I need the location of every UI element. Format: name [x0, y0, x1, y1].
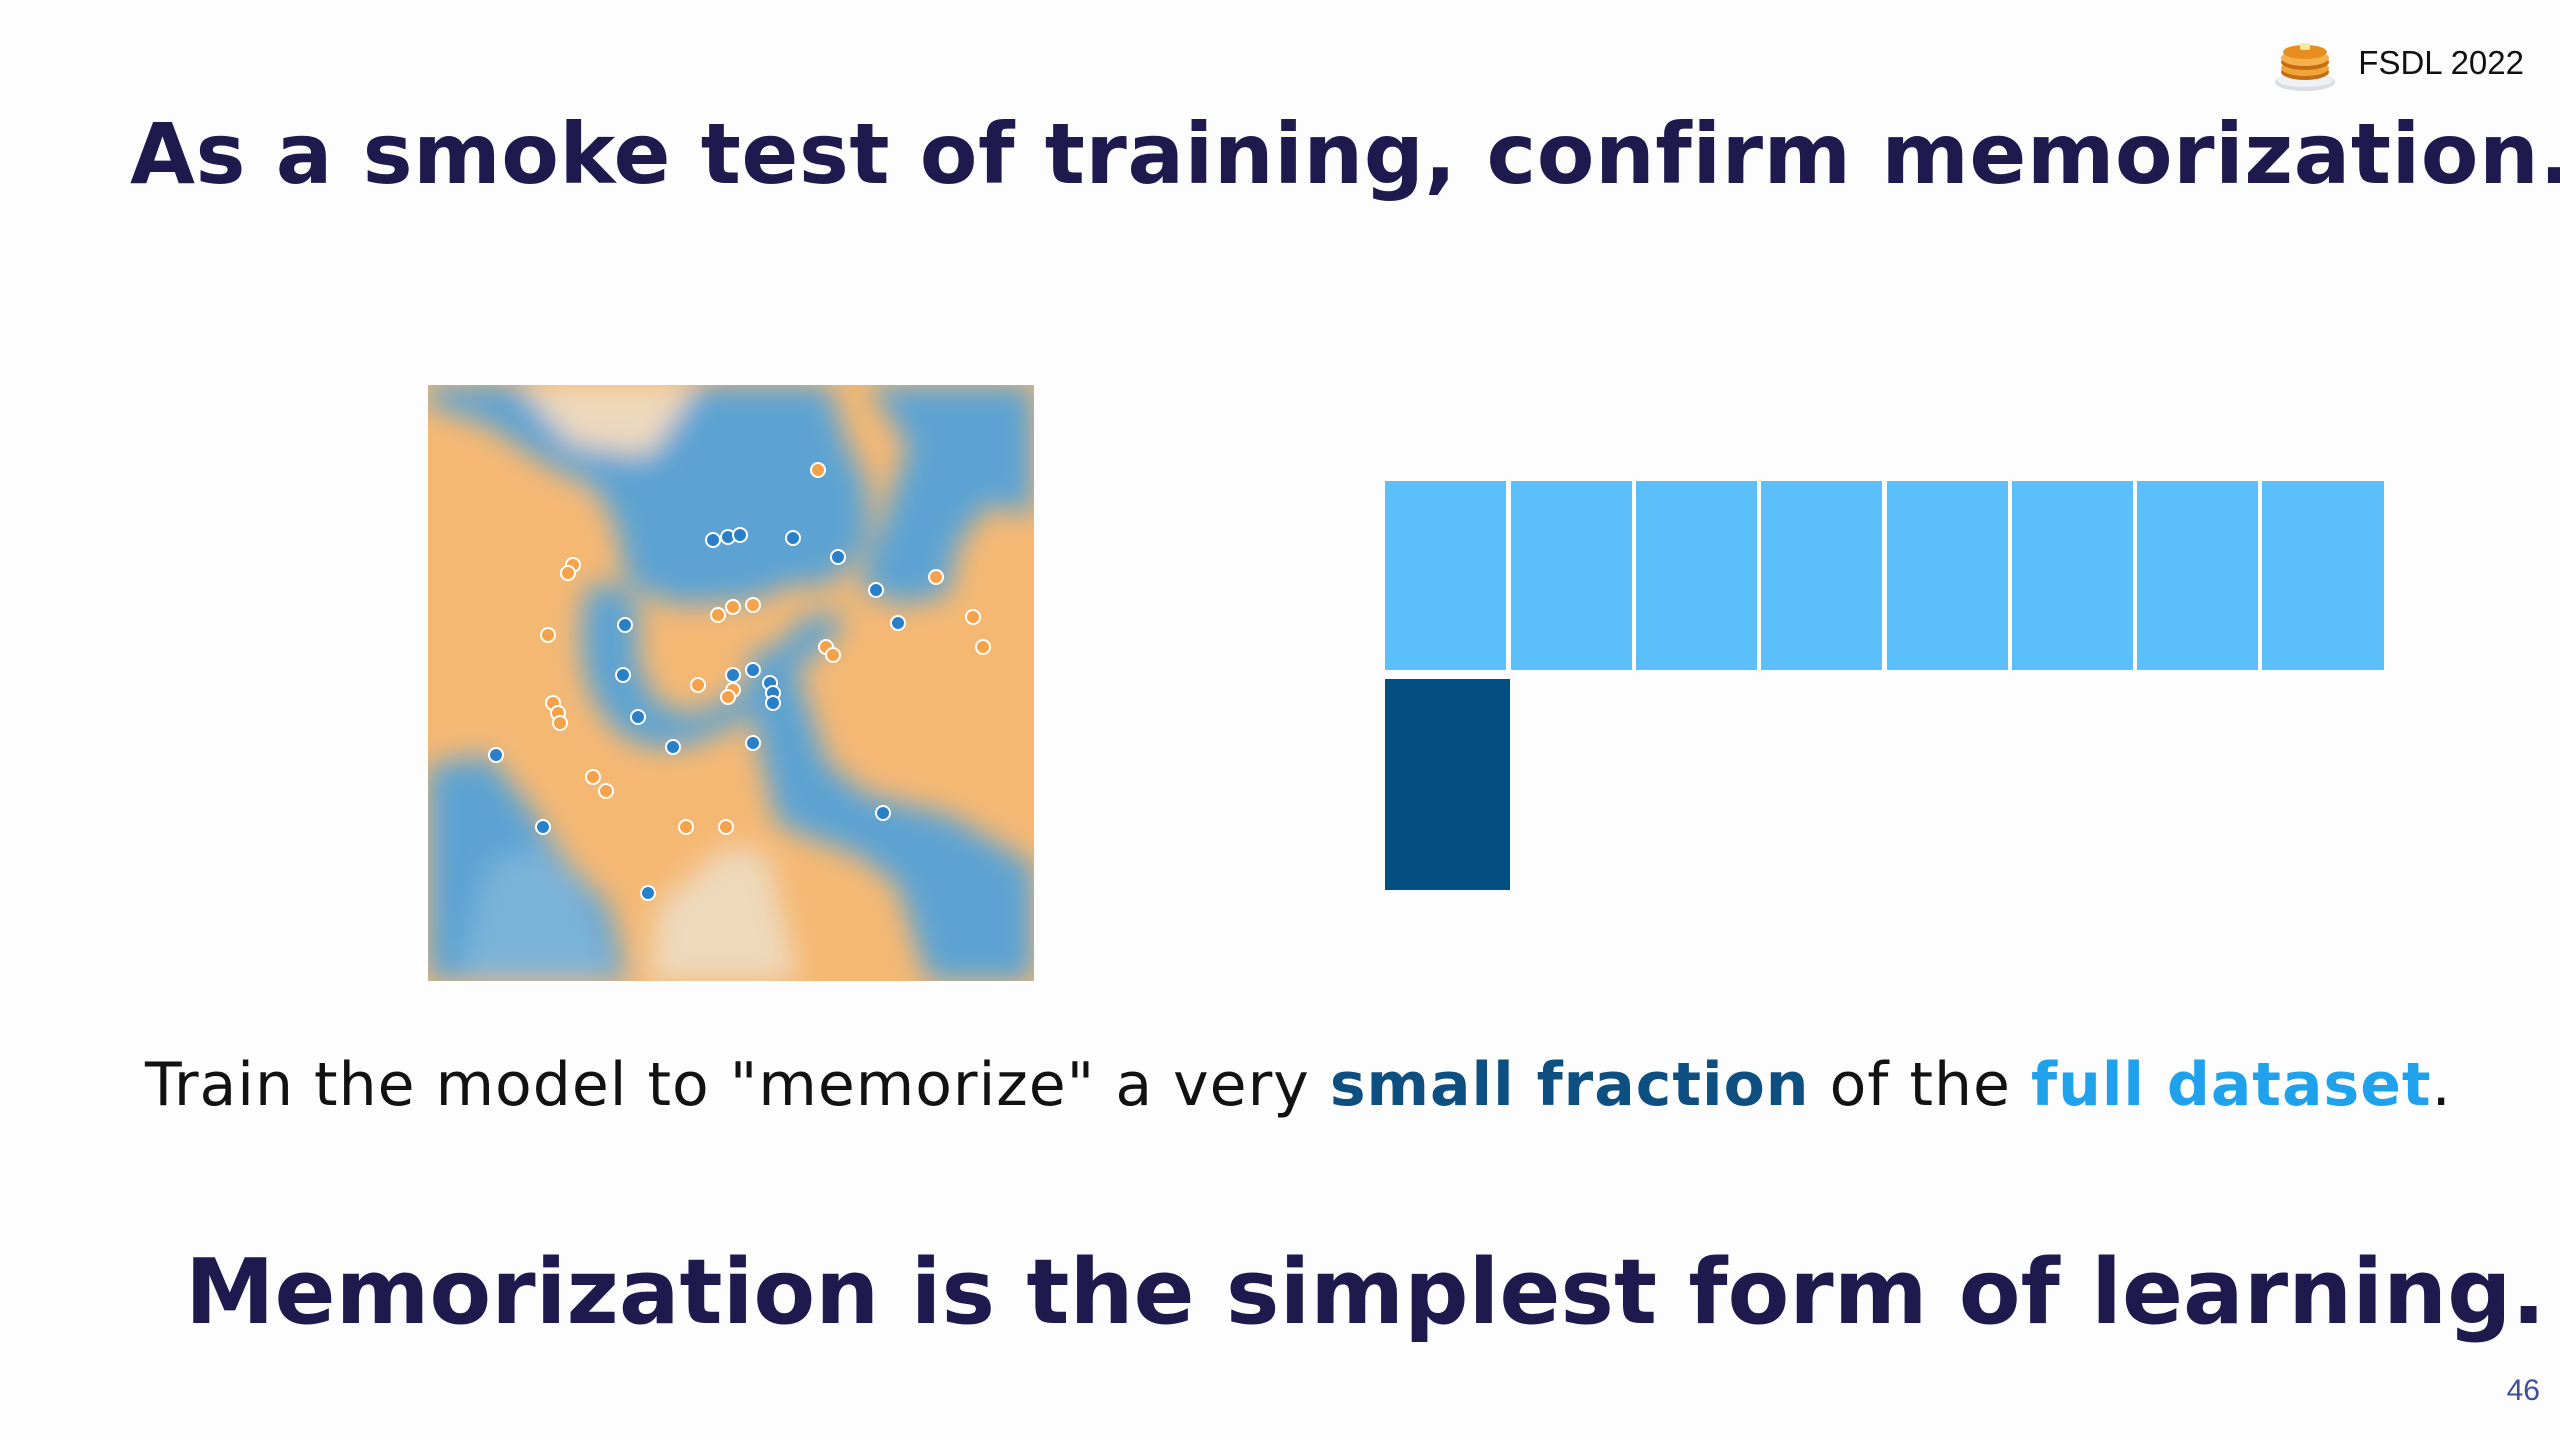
subtitle-small-fraction: small fraction [1329, 1050, 1810, 1120]
subtitle-middle: of the [1809, 1050, 2032, 1120]
full-dataset-block [1511, 481, 1632, 670]
full-dataset-block [1761, 481, 1882, 670]
full-dataset-block [1636, 481, 1757, 670]
decision-boundary-plot [428, 385, 1034, 981]
full-dataset-block [2262, 481, 2384, 670]
brand: FSDL 2022 [2272, 30, 2524, 96]
slide-subtitle: Train the model to "memorize" a very sma… [0, 1050, 2560, 1120]
slide-tagline: Memorization is the simplest form of lea… [185, 1240, 2546, 1345]
dataset-diagram [1385, 481, 2384, 890]
pancakes-icon [2275, 43, 2336, 91]
full-dataset-block [2137, 481, 2258, 670]
page-number: 46 [2506, 1374, 2540, 1407]
full-dataset-block [1887, 481, 2008, 670]
slide-title: As a smoke test of training, confirm mem… [130, 105, 2560, 203]
subtitle-full-dataset: full dataset [2031, 1050, 2432, 1120]
small-fraction-block [1385, 679, 1510, 890]
full-dataset-block [1385, 481, 1506, 670]
subtitle-prefix: Train the model to "memorize" a very [145, 1050, 1330, 1120]
decision-boundary-graphic [428, 385, 1034, 981]
subtitle-suffix: . [2431, 1050, 2452, 1120]
brand-label: FSDL 2022 [2358, 44, 2524, 81]
full-dataset-block [2012, 481, 2133, 670]
